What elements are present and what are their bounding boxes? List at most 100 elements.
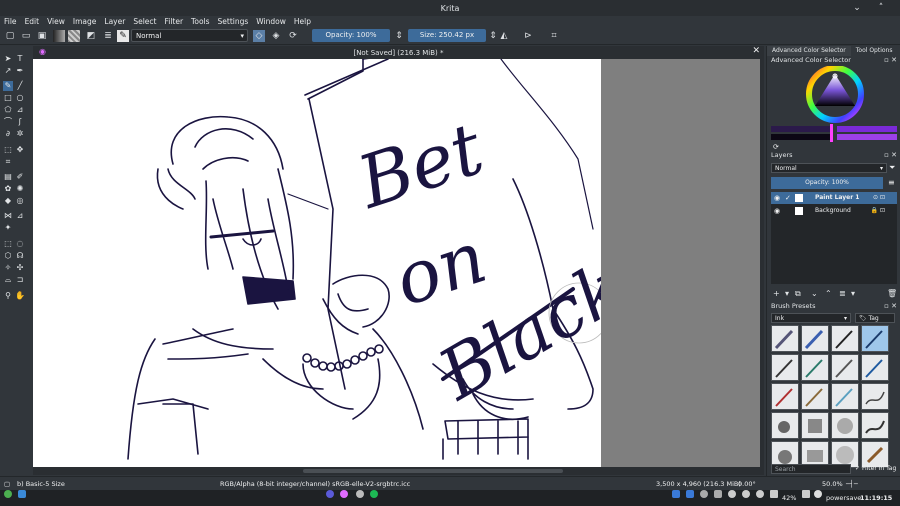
canvas-area[interactable]: Bet on Black! (33, 59, 764, 467)
hamburger-menu-icon[interactable]: ≡ (888, 178, 895, 187)
eraser-mode-icon[interactable]: ◇ (253, 30, 265, 42)
brush-preset-item[interactable] (831, 354, 859, 381)
text-tool-icon[interactable]: T (15, 54, 25, 64)
brush-preset-item[interactable] (861, 383, 889, 410)
brush-preset-item[interactable] (771, 325, 799, 352)
brush-filter-select[interactable]: Ink ▾ (771, 313, 851, 323)
mirror-horizontal-icon[interactable]: ◭ (498, 30, 510, 42)
layer-type-chevron-icon[interactable]: ▾ (785, 288, 789, 299)
chevron-down-icon[interactable]: ▾ (851, 288, 855, 299)
layer-blend-select[interactable]: Normal ▾ (771, 163, 887, 173)
brush-tag-button[interactable]: 🏷 Tag (855, 313, 895, 323)
magnetic-select-icon[interactable]: ⊐ (15, 275, 25, 285)
drawing-canvas[interactable]: Bet on Black! (33, 59, 601, 467)
brush-preset-item[interactable] (801, 354, 829, 381)
multibrush-icon[interactable]: ✲ (15, 129, 25, 139)
ellipse-tool-icon[interactable]: ○ (15, 93, 25, 103)
opacity-slider[interactable]: Opacity: 100% (312, 29, 390, 42)
filter-icon[interactable]: ⏷ (889, 163, 895, 173)
duplicate-layer-icon[interactable]: ⧉ (795, 288, 801, 299)
volume-icon[interactable] (742, 490, 750, 498)
brush-preset-item-selected[interactable] (861, 325, 889, 352)
menu-image[interactable]: Image (73, 17, 97, 26)
assistant-tool-icon[interactable]: ⋈ (3, 211, 13, 221)
zoom-slider-icon[interactable]: ─┤─ (846, 477, 858, 491)
measure-tool-icon[interactable]: ⊿ (15, 211, 25, 221)
brush-preset-item[interactable] (831, 325, 859, 352)
color-picker-icon[interactable]: ✐ (15, 172, 25, 182)
lock-icon[interactable]: 🔒 ⊡ (871, 205, 885, 217)
clipboard-icon[interactable] (714, 490, 722, 498)
krita-taskbar-icon[interactable] (340, 490, 348, 498)
tab-tool-options[interactable]: Tool Options (851, 46, 898, 56)
brush-preset-item[interactable] (771, 383, 799, 410)
bezier-tool-icon[interactable]: ⌒ (3, 117, 13, 127)
layer-row[interactable]: ◉ Background 🔒 ⊡ (771, 205, 897, 217)
move-up-icon[interactable]: ⌃ (825, 288, 832, 299)
color-wheel[interactable] (771, 65, 897, 146)
reference-tool-icon[interactable]: ✦ (3, 223, 13, 233)
layer-row[interactable]: ◉ ✓ Paint Layer 1 ⊙ ⊡ (771, 192, 897, 204)
menu-edit[interactable]: Edit (25, 17, 40, 26)
menu-select[interactable]: Select (133, 17, 156, 26)
bezier-select-icon[interactable]: ⌓ (3, 275, 13, 285)
menu-help[interactable]: Help (294, 17, 311, 26)
reload-preset-icon[interactable]: ⟳ (287, 30, 299, 42)
layer-opacity-slider[interactable]: Opacity: 100% (771, 177, 883, 189)
brush-preset-item[interactable] (801, 412, 829, 439)
brush-preset-item[interactable] (801, 325, 829, 352)
network-icon[interactable] (756, 490, 764, 498)
gradient-tool-icon[interactable]: ▤ (3, 172, 13, 182)
move-tool-icon[interactable]: ✥ (15, 145, 25, 155)
tab-advanced-color-selector[interactable]: Advanced Color Selector (767, 46, 851, 56)
move-down-icon[interactable]: ⌄ (811, 288, 818, 299)
delete-layer-icon[interactable]: 🗑 (887, 288, 897, 299)
rect-select-icon[interactable]: ⬚ (3, 239, 13, 249)
add-layer-icon[interactable]: + (773, 288, 780, 299)
power-profile-icon[interactable] (814, 490, 822, 498)
edit-shapes-icon[interactable]: ↗ (3, 66, 13, 76)
gradient-swatch-icon[interactable] (53, 30, 65, 42)
crop-tool-icon[interactable]: ⌗ (3, 157, 13, 167)
scrollbar-thumb[interactable] (303, 469, 563, 473)
check-icon[interactable]: ✓ (785, 192, 791, 204)
smart-patch-icon[interactable]: ✺ (15, 184, 25, 194)
select-shapes-icon[interactable]: ➤ (3, 54, 13, 64)
menu-window[interactable]: Window (256, 17, 286, 26)
freehand-select-icon[interactable]: ☊ (15, 251, 25, 261)
filter-in-tag-checkbox[interactable]: ✓ Filter in Tag (855, 464, 899, 474)
brush-preset-item[interactable] (861, 354, 889, 381)
clock[interactable]: 11:19:15 pm (860, 490, 900, 506)
menu-view[interactable]: View (47, 17, 65, 26)
zoom-tool-icon[interactable]: ⚲ (3, 291, 13, 301)
polygon-select-icon[interactable]: ⬡ (3, 251, 13, 261)
brush-preset-item[interactable] (801, 383, 829, 410)
blend-mode-select[interactable]: Normal ▾ (131, 29, 248, 42)
brush-preset-item[interactable] (771, 412, 799, 439)
preserve-alpha-icon[interactable]: ◈ (270, 30, 282, 42)
pattern-swatch-icon[interactable] (68, 30, 80, 42)
eye-icon[interactable]: ◉ (774, 192, 780, 204)
freehand-path-icon[interactable]: ʃ (15, 117, 25, 127)
line-tool-icon[interactable]: ╱ (15, 81, 25, 91)
freehand-brush-icon[interactable]: ✎ (3, 81, 13, 91)
maximize-icon[interactable]: ˄ (876, 3, 886, 13)
brush-preset-item[interactable] (831, 412, 859, 439)
show-desktop-icon[interactable] (18, 490, 26, 498)
spotify-icon[interactable] (370, 490, 378, 498)
rectangle-tool-icon[interactable]: □ (3, 93, 13, 103)
eye-icon[interactable]: ◉ (774, 205, 780, 217)
enclose-fill-icon[interactable]: ◎ (15, 196, 25, 206)
menu-filter[interactable]: Filter (164, 17, 183, 26)
transform-tool-icon[interactable]: ⬚ (3, 145, 13, 155)
brush-settings-icon[interactable]: ≣ (102, 30, 114, 42)
color-history-icon[interactable]: ⟳ (773, 143, 779, 151)
layer-props-icon[interactable]: ⊙ ⊡ (873, 192, 885, 204)
color-swap-icon[interactable]: ◩ (85, 30, 97, 42)
layers-float-close-icon[interactable]: ▫ ✕ (884, 151, 897, 160)
vertical-scrollbar[interactable] (760, 59, 764, 467)
brush-preset-item[interactable] (831, 383, 859, 410)
pan-tool-icon[interactable]: ✋ (15, 291, 25, 301)
menu-tools[interactable]: Tools (191, 17, 209, 26)
tray-icon[interactable] (672, 490, 680, 498)
